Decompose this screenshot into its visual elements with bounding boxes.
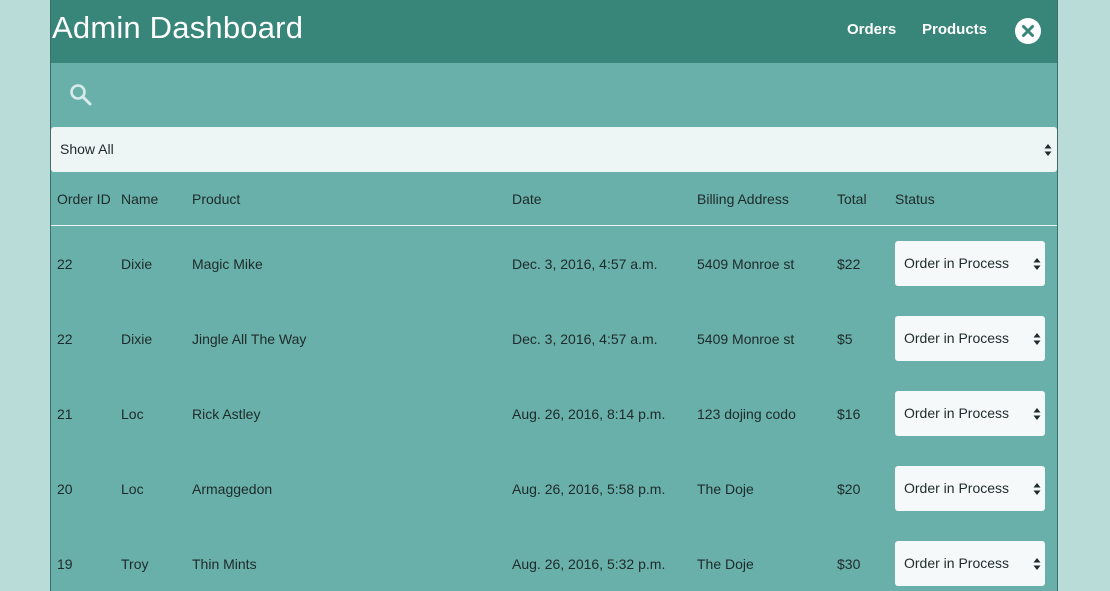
date-cell: Dec. 3, 2016, 4:57 a.m.: [512, 330, 658, 347]
product-cell: Magic Mike: [192, 255, 263, 272]
admin-panel: Admin Dashboard Orders Products Show All…: [50, 0, 1058, 591]
product-cell: Jingle All The Way: [192, 330, 307, 347]
billing-address-cell: The Doje: [697, 555, 754, 572]
nav-products-link[interactable]: Products: [922, 21, 987, 38]
col-header-product: Product: [192, 173, 512, 226]
product-cell: Rick Astley: [192, 405, 261, 422]
date-cell: Aug. 26, 2016, 8:14 p.m.: [512, 405, 666, 422]
date-cell: Aug. 26, 2016, 5:58 p.m.: [512, 480, 666, 497]
order-status-select[interactable]: Order in Process: [895, 316, 1045, 361]
order-status-select[interactable]: Order in Process: [895, 391, 1045, 436]
col-header-name: Name: [121, 173, 192, 226]
status-selected-value: Order in Process: [904, 555, 1010, 571]
customer-name-cell: Troy: [121, 555, 149, 572]
nav-orders-link[interactable]: Orders: [847, 21, 896, 38]
date-cell: Dec. 3, 2016, 4:57 a.m.: [512, 255, 658, 272]
date-cell: Aug. 26, 2016, 5:32 p.m.: [512, 555, 666, 572]
customer-name-cell: Dixie: [121, 330, 153, 347]
total-cell: $22: [837, 255, 861, 272]
product-cell: Thin Mints: [192, 555, 257, 572]
select-arrows-icon: [1033, 258, 1041, 270]
status-cell: Order in Process: [895, 376, 1057, 451]
col-header-billing-address: Billing Address: [697, 173, 837, 226]
order-id-cell: 22: [57, 255, 73, 272]
order-id-cell: 19: [57, 555, 73, 572]
status-cell: Order in Process: [895, 526, 1057, 591]
table-row: 21 Loc Rick Astley Aug. 26, 2016, 8:14 p…: [51, 376, 1057, 451]
billing-address-cell: The Doje: [697, 480, 754, 497]
filter-selected-value: Show All: [60, 141, 114, 157]
status-selected-value: Order in Process: [904, 405, 1010, 421]
col-header-status: Status: [895, 173, 1057, 226]
customer-name-cell: Loc: [121, 480, 144, 497]
close-icon: [1022, 25, 1034, 37]
billing-address-cell: 5409 Monroe st: [697, 330, 795, 347]
page-title: Admin Dashboard: [52, 10, 304, 45]
select-arrows-icon: [1033, 558, 1041, 570]
col-header-order-id: Order ID: [51, 173, 121, 226]
billing-address-cell: 123 dojing codo: [697, 405, 796, 422]
top-navbar: Admin Dashboard Orders Products: [51, 0, 1057, 63]
status-filter-select[interactable]: Show All: [51, 127, 1057, 172]
total-cell: $20: [837, 480, 861, 497]
table-row: 19 Troy Thin Mints Aug. 26, 2016, 5:32 p…: [51, 526, 1057, 591]
search-icon[interactable]: [68, 82, 94, 108]
product-cell: Armaggedon: [192, 480, 273, 497]
customer-name-cell: Loc: [121, 405, 144, 422]
order-status-select[interactable]: Order in Process: [895, 466, 1045, 511]
order-id-cell: 22: [57, 330, 73, 347]
total-cell: $5: [837, 330, 853, 347]
order-status-select[interactable]: Order in Process: [895, 541, 1045, 586]
order-id-cell: 20: [57, 480, 73, 497]
col-header-total: Total: [837, 173, 895, 226]
total-cell: $16: [837, 405, 861, 422]
orders-table: Order ID Name Product Date Billing Addre…: [51, 173, 1057, 591]
status-selected-value: Order in Process: [904, 480, 1010, 496]
order-status-select[interactable]: Order in Process: [895, 241, 1045, 286]
select-arrows-icon: [1033, 333, 1041, 345]
status-cell: Order in Process: [895, 226, 1057, 302]
customer-name-cell: Dixie: [121, 255, 153, 272]
table-row: 20 Loc Armaggedon Aug. 26, 2016, 5:58 p.…: [51, 451, 1057, 526]
status-selected-value: Order in Process: [904, 330, 1010, 346]
table-row: 22 Dixie Magic Mike Dec. 3, 2016, 4:57 a…: [51, 226, 1057, 302]
billing-address-cell: 5409 Monroe st: [697, 255, 795, 272]
select-arrows-icon: [1033, 408, 1041, 420]
status-cell: Order in Process: [895, 451, 1057, 526]
search-bar: [51, 63, 1057, 127]
table-header-row: Order ID Name Product Date Billing Addre…: [51, 173, 1057, 226]
select-arrows-icon: [1044, 144, 1052, 156]
table-row: 22 Dixie Jingle All The Way Dec. 3, 2016…: [51, 301, 1057, 376]
total-cell: $30: [837, 555, 861, 572]
select-arrows-icon: [1033, 483, 1041, 495]
status-cell: Order in Process: [895, 301, 1057, 376]
order-id-cell: 21: [57, 405, 73, 422]
col-header-date: Date: [512, 173, 697, 226]
close-button[interactable]: [1015, 18, 1041, 44]
status-selected-value: Order in Process: [904, 255, 1010, 271]
